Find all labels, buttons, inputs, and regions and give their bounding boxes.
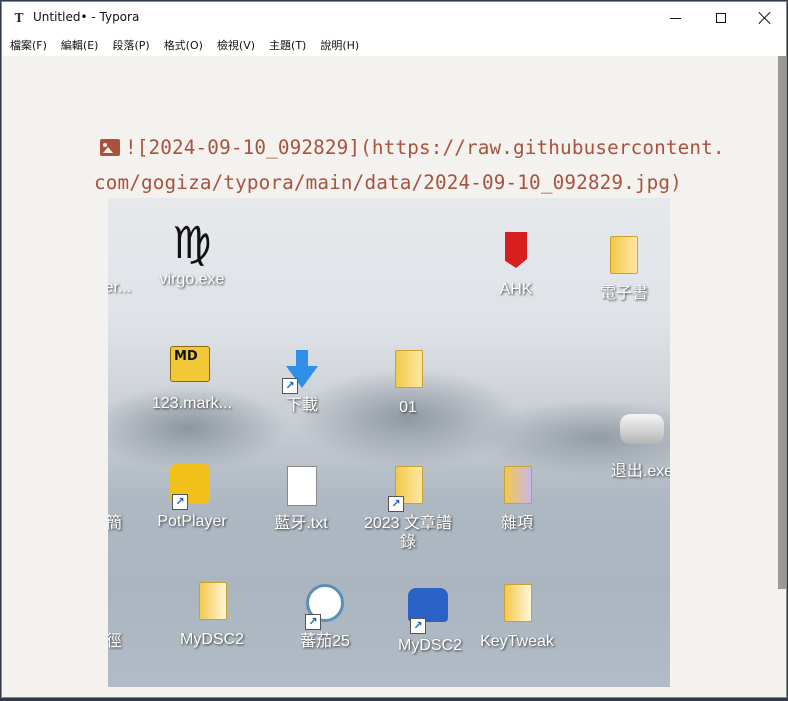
menu-view[interactable]: 檢視(V) — [209, 37, 261, 53]
shortcut-arrow-icon: ↗ — [305, 614, 321, 630]
folder-icon — [602, 236, 646, 280]
shortcut-arrow-icon: ↗ — [388, 496, 404, 512]
folder-icon — [386, 350, 430, 394]
usb-eject-icon — [620, 414, 664, 458]
menu-paragraph[interactable]: 段落(P) — [104, 37, 155, 53]
vertical-scrollbar[interactable] — [776, 56, 786, 697]
markdown-image-syntax-line-2[interactable]: com/gogiza/typora/main/data/2024-09-10_0… — [94, 171, 774, 194]
desktop-icon-ebook-folder: 電子書 — [574, 236, 670, 303]
minimize-button[interactable] — [652, 2, 698, 34]
desktop-icon-markdown-file: MD 123.mark... — [142, 346, 242, 413]
maximize-icon — [716, 13, 726, 23]
desktop-icon-tomato-timer: ↗ 蕃茄25 — [275, 584, 375, 651]
menu-bar: 檔案(F) 編輯(E) 段落(P) 格式(O) 檢視(V) 主題(T) 說明(H… — [2, 34, 786, 56]
title-bar[interactable]: T Untitled• - Typora — [2, 2, 786, 34]
menu-file[interactable]: 檔案(F) — [2, 37, 53, 53]
ahk-icon — [494, 232, 538, 276]
download-arrow-icon: ↗ — [280, 348, 324, 394]
desktop-icon-2023-articles: ↗ 2023 文章譜 錄 — [358, 466, 458, 552]
folder-icon: ↗ — [386, 466, 430, 512]
text-file-icon — [279, 466, 323, 510]
shortcut-arrow-icon: ↗ — [282, 378, 298, 394]
close-button[interactable] — [742, 2, 786, 34]
folder-icon — [495, 466, 539, 510]
desktop-icon-keytweak: KeyTweak — [467, 584, 567, 651]
menu-edit[interactable]: 編輯(E) — [53, 37, 105, 53]
menu-format[interactable]: 格式(O) — [156, 37, 209, 53]
markdown-source-text-1[interactable]: ![2024-09-10_092829](https://raw.githubu… — [125, 136, 725, 159]
desktop-icon-partial-3: 徑 — [108, 632, 164, 651]
folder-icon — [495, 584, 539, 628]
close-icon — [759, 12, 771, 24]
maximize-button[interactable] — [698, 2, 744, 34]
desktop-icon-misc: 雜項 — [467, 466, 567, 533]
editor-area[interactable]: ![2024-09-10_092829](https://raw.githubu… — [2, 56, 776, 697]
desktop-icon-ahk: AHK — [466, 232, 566, 299]
desktop-icon-mydsc2-app: ↗ MyDSC2 — [380, 588, 480, 655]
desktop-icon-virgo: ♍ virgo.exe — [159, 218, 225, 289]
shortcut-arrow-icon: ↗ — [172, 494, 188, 510]
shortcut-arrow-icon: ↗ — [410, 618, 426, 634]
desktop-icon-mydsc2-folder: MyDSC2 — [162, 582, 262, 649]
window-title: Untitled• - Typora — [33, 10, 140, 24]
markdown-source-text-2[interactable]: com/gogiza/typora/main/data/2024-09-10_0… — [94, 171, 682, 194]
folder-icon — [190, 582, 234, 626]
potplayer-icon: ↗ — [170, 464, 214, 510]
clock-icon: ↗ — [303, 584, 347, 630]
markdown-image-syntax-line-1[interactable]: ![2024-09-10_092829](https://raw.githubu… — [94, 136, 774, 159]
desktop-icon-downloads: ↗ 下載 — [252, 348, 352, 415]
desktop-icon-potplayer: ↗ PotPlayer — [142, 464, 242, 531]
scrollbar-thumb[interactable] — [778, 56, 786, 589]
typora-window: T Untitled• - Typora 檔案(F) 編輯(E) 段落(P) 格… — [1, 1, 787, 698]
desktop-icon-bluetooth-txt: 藍牙.txt — [251, 466, 351, 533]
markdown-note-icon: MD — [170, 346, 214, 390]
typora-app-icon: T — [14, 11, 24, 25]
embedded-image-preview[interactable]: er... ♍ virgo.exe AHK 電子書 MD 123.mark... — [108, 198, 670, 687]
menu-help[interactable]: 說明(H) — [312, 37, 365, 53]
image-icon — [100, 139, 120, 156]
desktop-icon-eject: 退出.exe — [592, 414, 670, 481]
calculator-app-icon: ↗ — [408, 588, 452, 634]
menu-themes[interactable]: 主題(T) — [261, 37, 312, 53]
desktop-icon-folder-01: 01 — [358, 350, 458, 417]
virgo-symbol-icon: ♍ — [172, 218, 212, 269]
minimize-icon — [669, 17, 681, 19]
